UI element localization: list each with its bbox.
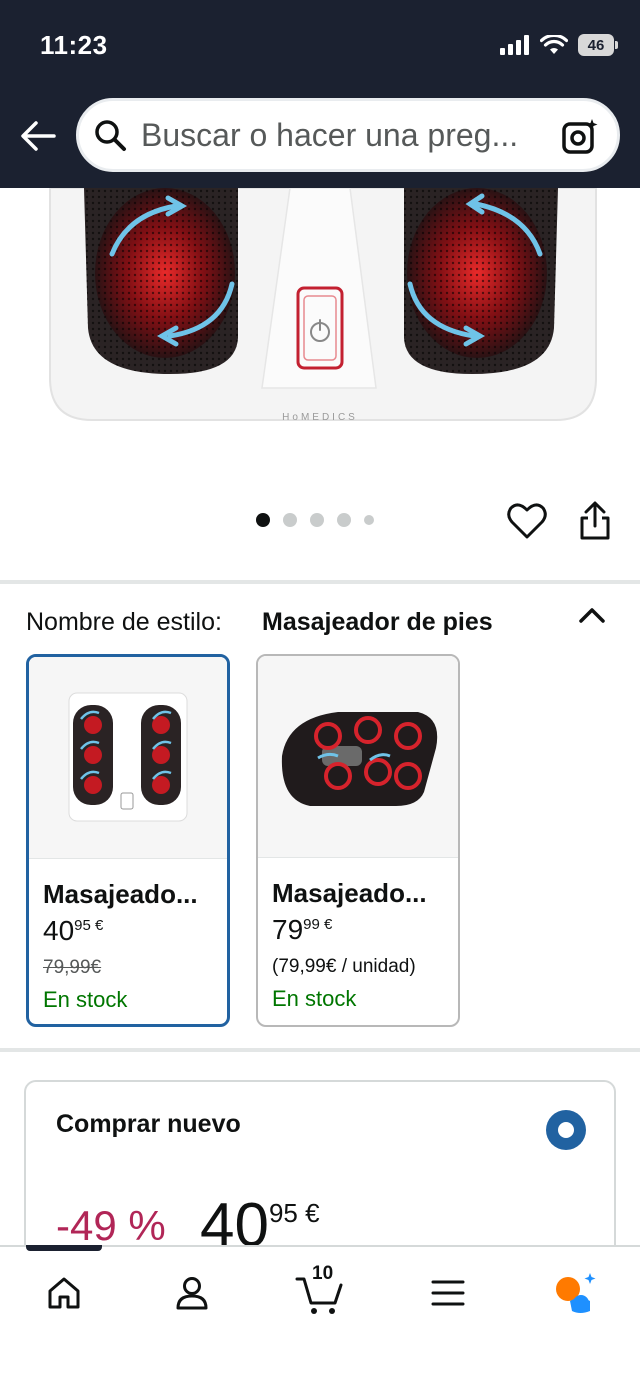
home-icon bbox=[48, 1277, 80, 1309]
bottom-navigation: 10 bbox=[0, 1245, 640, 1385]
style-option-image bbox=[29, 657, 227, 859]
style-option-price: 4095 € bbox=[43, 915, 104, 946]
style-option-title: Masajeado... bbox=[43, 879, 198, 909]
camera-lens-icon[interactable] bbox=[561, 117, 599, 155]
style-option-old-price: 79,99€ bbox=[43, 957, 102, 978]
carousel-indicator[interactable] bbox=[256, 513, 374, 527]
share-icon[interactable] bbox=[578, 500, 612, 542]
carousel-dot[interactable] bbox=[337, 513, 351, 527]
carousel-dot[interactable] bbox=[283, 513, 297, 527]
wifi-icon bbox=[540, 35, 568, 54]
cushion-massager-thumbnail bbox=[281, 712, 438, 806]
style-value: Masajeador de pies bbox=[262, 608, 493, 636]
style-option-title: Masajeado... bbox=[272, 878, 427, 908]
heart-icon[interactable] bbox=[506, 500, 548, 542]
hamburger-menu-icon bbox=[431, 1280, 465, 1306]
carousel-dot[interactable] bbox=[256, 513, 270, 527]
app-header: 11:23 46 Buscar o hacer una preg... bbox=[0, 0, 640, 188]
nav-cart[interactable]: 10 bbox=[290, 1263, 350, 1317]
style-option-card[interactable]: Masajeado... 4095 € 79,99€ En stock bbox=[26, 654, 230, 1027]
search-icon bbox=[95, 120, 126, 151]
cart-count: 10 bbox=[312, 1263, 334, 1284]
battery-level: 46 bbox=[578, 34, 614, 56]
section-divider bbox=[0, 1048, 640, 1052]
style-option-stock: En stock bbox=[272, 986, 357, 1011]
status-icons: 46 bbox=[500, 34, 618, 56]
brand-mark: HoMEDICS bbox=[282, 412, 358, 423]
buy-new-title: Comprar nuevo bbox=[56, 1110, 241, 1138]
rufus-ai-icon bbox=[556, 1273, 596, 1313]
nav-account[interactable] bbox=[162, 1269, 222, 1317]
style-label: Nombre de estilo: bbox=[26, 608, 222, 636]
search-input[interactable]: Buscar o hacer una preg... bbox=[141, 117, 551, 154]
style-option-stock: En stock bbox=[43, 987, 128, 1012]
nav-menu[interactable] bbox=[418, 1269, 478, 1317]
signal-icon bbox=[500, 35, 529, 55]
style-option-card[interactable]: Masajeado... 7999 € (79,99€ / unidad) En… bbox=[256, 654, 460, 1027]
style-option-price: 7999 € bbox=[272, 914, 333, 945]
nav-active-indicator bbox=[26, 1245, 102, 1251]
carousel-dot[interactable] bbox=[310, 513, 324, 527]
chevron-up-icon[interactable] bbox=[576, 600, 608, 632]
battery-icon: 46 bbox=[578, 34, 618, 56]
carousel-dot[interactable] bbox=[364, 515, 374, 525]
search-bar[interactable]: Buscar o hacer una preg... bbox=[76, 98, 620, 172]
nav-rufus[interactable] bbox=[544, 1269, 604, 1317]
person-icon bbox=[176, 1277, 208, 1310]
discount-badge: -49 % bbox=[56, 1202, 166, 1249]
buy-new-radio[interactable] bbox=[546, 1110, 586, 1150]
back-arrow-icon[interactable] bbox=[18, 118, 58, 154]
status-time: 11:23 bbox=[40, 30, 108, 60]
product-image[interactable]: HoMEDICS bbox=[0, 188, 640, 488]
style-option-unit-price: (79,99€ / unidad) bbox=[272, 956, 416, 977]
foot-massager-thumbnail bbox=[68, 692, 188, 822]
section-divider bbox=[0, 580, 640, 584]
nav-home[interactable] bbox=[34, 1269, 94, 1317]
style-option-image bbox=[258, 656, 458, 858]
